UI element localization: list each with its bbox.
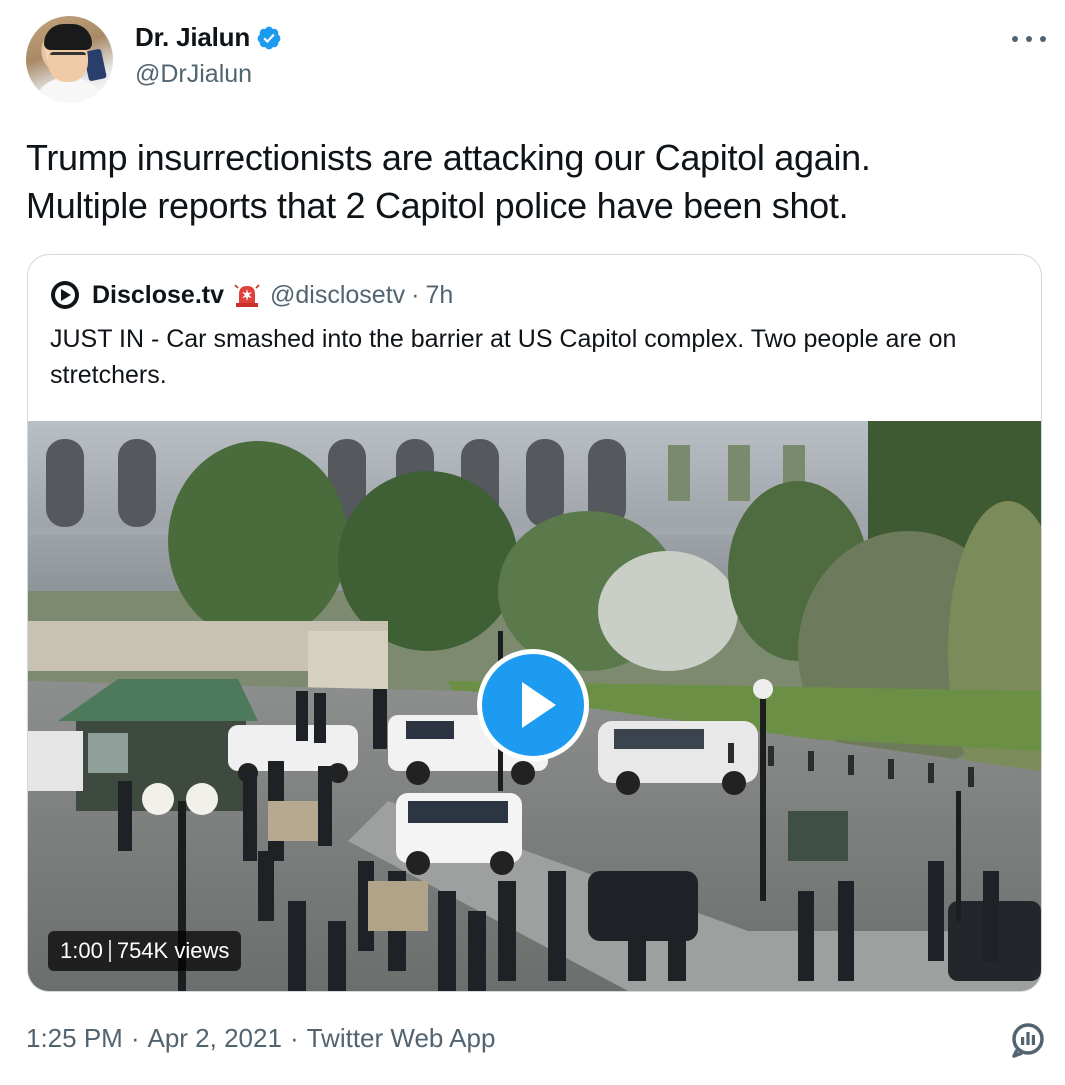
badge-divider: [108, 940, 111, 962]
avatar-hair: [44, 24, 92, 50]
more-dot: [1040, 36, 1046, 42]
disclose-logo-icon: [51, 281, 79, 309]
tweet-time[interactable]: 1:25 PM: [26, 1023, 123, 1054]
quoted-display-name[interactable]: Disclose.tv: [92, 281, 224, 310]
author-name-row[interactable]: Dr. Jialun: [135, 22, 282, 53]
author-display-name[interactable]: Dr. Jialun: [135, 22, 250, 53]
footer-separator: ·: [289, 1023, 299, 1053]
play-icon: [522, 682, 556, 728]
play-button[interactable]: [477, 649, 589, 761]
quoted-separator: ·: [411, 280, 420, 309]
verified-badge-icon: [257, 26, 281, 49]
tweet-date[interactable]: Apr 2, 2021: [148, 1023, 282, 1054]
video-views: 754K views: [116, 938, 230, 963]
analytics-icon[interactable]: [1008, 1020, 1048, 1060]
quoted-tweet-text: JUST IN - Car smashed into the barrier a…: [50, 325, 957, 389]
video-duration: 1:00: [60, 938, 103, 963]
quoted-handle[interactable]: @disclosetv: [270, 281, 405, 310]
video-duration-badge: 1:00 754K views: [48, 931, 242, 971]
more-dot: [1012, 36, 1018, 42]
tweet-text-line: Trump insurrectionists are attacking our…: [26, 137, 871, 178]
author-avatar[interactable]: [26, 16, 113, 103]
footer-separator: ·: [130, 1023, 140, 1053]
rotating-light-icon: [234, 284, 260, 307]
tweet-text-line: Multiple reports that 2 Capitol police h…: [26, 185, 849, 226]
avatar-glasses: [50, 52, 86, 64]
tweet-text: Trump insurrectionists are attacking our…: [26, 134, 1036, 230]
more-horizontal-icon[interactable]: [1012, 24, 1046, 54]
video-player[interactable]: 1:00 754K views: [28, 421, 1041, 991]
quoted-tweet-card[interactable]: Disclose.tv @disclosetv · 7h JUST IN - C…: [27, 254, 1042, 992]
more-dot: [1026, 36, 1032, 42]
quoted-timestamp[interactable]: 7h: [426, 281, 454, 310]
quoted-tweet-header: Disclose.tv @disclosetv · 7h: [50, 279, 453, 311]
tweet-source[interactable]: Twitter Web App: [307, 1023, 496, 1054]
author-handle[interactable]: @DrJialun: [135, 60, 252, 89]
tweet-metadata: 1:25 PM · Apr 2, 2021 · Twitter Web App: [26, 1023, 495, 1054]
